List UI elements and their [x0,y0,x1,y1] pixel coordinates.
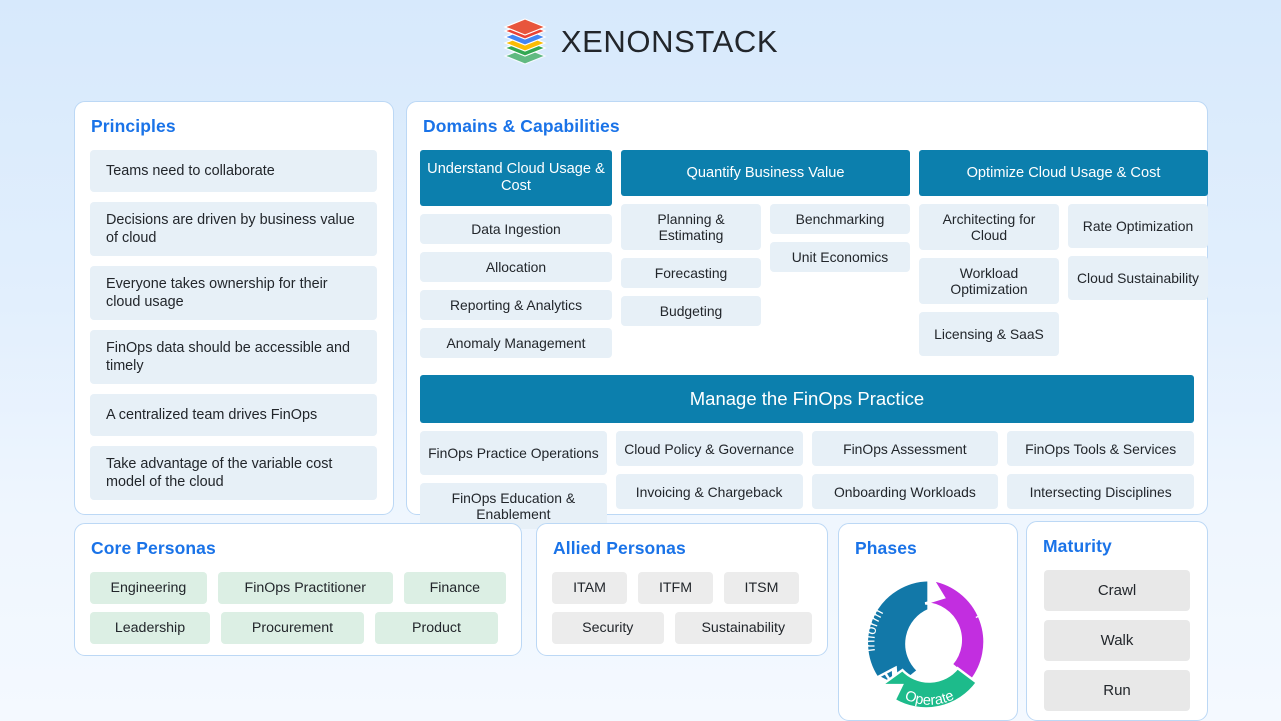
persona-chip[interactable]: Procurement [221,612,364,644]
domains-title: Domains & Capabilities [423,116,620,136]
list-item[interactable]: Everyone takes ownership for their cloud… [90,266,377,320]
capability-stack: Data Ingestion Allocation Reporting & An… [420,214,612,358]
capability-chip[interactable]: Benchmarking [770,204,910,234]
capability-chip[interactable]: Onboarding Workloads [811,474,999,509]
capability-chip[interactable]: Anomaly Management [420,328,612,358]
stacked-layers-logo-icon [503,18,547,66]
persona-chip[interactable]: ITSM [724,572,799,604]
maturity-level[interactable]: Run [1044,670,1190,711]
principles-title: Principles [91,116,176,136]
persona-chip[interactable]: ITAM [552,572,627,604]
manage-column: FinOps Tools & Services Intersecting Dis… [1007,431,1194,529]
manage-practice-header[interactable]: Manage the FinOps Practice [420,375,1194,423]
list-item[interactable]: Take advantage of the variable cost mode… [90,446,377,500]
capability-chip[interactable]: Budgeting [621,296,761,326]
phase-segment-optimize[interactable] [924,578,986,683]
manage-column: FinOps Practice Operations FinOps Educat… [420,431,607,529]
core-personas-chips: Engineering FinOps Practitioner Finance … [90,572,506,652]
domain-header[interactable]: Optimize Cloud Usage & Cost [919,150,1208,196]
persona-chip[interactable]: Security [552,612,664,644]
allied-personas-title: Allied Personas [553,538,686,558]
domain-columns-row: Understand Cloud Usage & Cost Data Inges… [420,150,1208,358]
capability-chip[interactable]: Rate Optimization [1068,204,1208,248]
capability-chip[interactable]: Unit Economics [770,242,910,272]
capability-chip[interactable]: Workload Optimization [919,258,1059,304]
maturity-title: Maturity [1043,536,1112,556]
list-item[interactable]: FinOps data should be accessible and tim… [90,330,377,384]
domain-header[interactable]: Understand Cloud Usage & Cost [420,150,612,206]
principles-panel: Principles Teams need to collaborate Dec… [74,101,394,515]
capability-chip[interactable]: Planning & Estimating [621,204,761,250]
capability-grid: Planning & Estimating Forecasting Budget… [621,204,910,326]
domain-column-understand: Understand Cloud Usage & Cost Data Inges… [420,150,612,358]
brand-header: XENONSTACK [0,18,1281,66]
domains-body: Understand Cloud Usage & Cost Data Inges… [420,150,1208,529]
chip-row: Security Sustainability [552,612,812,644]
capability-chip[interactable]: Intersecting Disciplines [1007,474,1194,509]
principles-list: Teams need to collaborate Decisions are … [90,150,377,510]
persona-chip[interactable]: Leadership [90,612,210,644]
allied-personas-panel: Allied Personas ITAM ITFM ITSM Security … [536,523,828,656]
persona-chip[interactable]: Finance [403,572,506,604]
phases-cycle-diagram: Inform Optimize Operate [857,569,1002,717]
capability-stack-left: Planning & Estimating Forecasting Budget… [621,204,761,326]
capability-stack-right: Rate Optimization Cloud Sustainability [1068,204,1208,356]
maturity-list: Crawl Walk Run [1044,570,1190,720]
domain-header[interactable]: Quantify Business Value [621,150,910,196]
phases-title: Phases [855,538,917,558]
persona-chip[interactable]: ITFM [638,572,713,604]
core-personas-panel: Core Personas Engineering FinOps Practit… [74,523,522,656]
domains-capabilities-panel: Domains & Capabilities Understand Cloud … [406,101,1208,529]
brand-name: XENONSTACK [560,24,779,59]
capability-chip[interactable]: Cloud Policy & Governance [615,431,803,466]
capability-chip[interactable]: Invoicing & Chargeback [615,474,803,509]
capability-chip[interactable]: FinOps Assessment [811,431,999,466]
list-item[interactable]: Teams need to collaborate [90,150,377,192]
chip-row: ITAM ITFM ITSM [552,572,812,604]
capability-stack-right: Benchmarking Unit Economics [770,204,910,326]
persona-chip[interactable]: Engineering [90,572,207,604]
list-item[interactable]: A centralized team drives FinOps [90,394,377,436]
chip-row: Engineering FinOps Practitioner Finance [90,572,506,604]
capability-chip[interactable]: Data Ingestion [420,214,612,244]
manage-practice-grid: FinOps Practice Operations FinOps Educat… [420,431,1194,529]
persona-chip[interactable]: Product [375,612,498,644]
capability-chip[interactable]: FinOps Practice Operations [420,431,607,475]
capability-grid: Architecting for Cloud Workload Optimiza… [919,204,1208,356]
domain-column-quantify: Quantify Business Value Planning & Estim… [621,150,910,326]
capability-chip[interactable]: Architecting for Cloud [919,204,1059,250]
core-personas-title: Core Personas [91,538,216,558]
manage-column: FinOps Assessment Onboarding Workloads [811,431,999,529]
capability-chip[interactable]: Licensing & SaaS [919,312,1059,356]
capability-chip[interactable]: Cloud Sustainability [1068,256,1208,300]
domain-column-optimize: Optimize Cloud Usage & Cost Architecting… [919,150,1208,356]
phases-panel: Phases Inform Optimize Operate [838,523,1018,721]
persona-chip[interactable]: Sustainability [674,612,812,644]
allied-personas-chips: ITAM ITFM ITSM Security Sustainability [552,572,812,652]
maturity-level[interactable]: Walk [1044,620,1190,661]
maturity-level[interactable]: Crawl [1044,570,1190,611]
manage-column: Cloud Policy & Governance Invoicing & Ch… [615,431,803,529]
persona-chip[interactable]: FinOps Practitioner [217,572,393,604]
capability-chip[interactable]: Reporting & Analytics [420,290,612,320]
capability-chip[interactable]: FinOps Tools & Services [1007,431,1194,466]
capability-chip[interactable]: Forecasting [621,258,761,288]
capability-stack-left: Architecting for Cloud Workload Optimiza… [919,204,1059,356]
chip-row: Leadership Procurement Product [90,612,506,644]
maturity-panel: Maturity Crawl Walk Run [1026,521,1208,721]
list-item[interactable]: Decisions are driven by business value o… [90,202,377,256]
capability-chip[interactable]: Allocation [420,252,612,282]
